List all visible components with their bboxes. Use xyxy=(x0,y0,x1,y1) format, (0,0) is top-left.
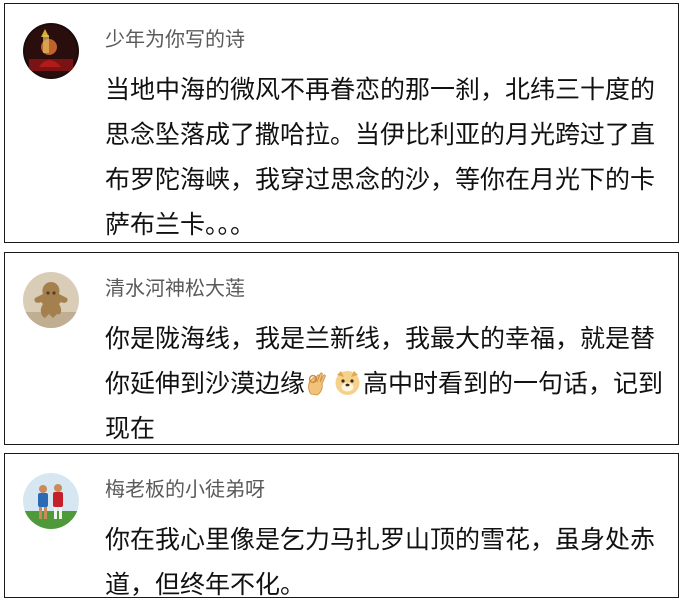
avatar[interactable] xyxy=(23,272,79,328)
avatar[interactable] xyxy=(23,23,79,79)
comment-card: 少年为你写的诗 当地中海的微风不再眷恋的那一刹，北纬三十度的思念坠落成了撒哈拉。… xyxy=(4,3,679,243)
comment-text: 你在我心里像是乞力马扎罗山顶的雪花，虽身处赤道，但终年不化。 xyxy=(105,525,656,599)
avatar-red-portrait-icon xyxy=(23,23,79,79)
dog-face-emoji-icon xyxy=(334,369,361,396)
avatar[interactable] xyxy=(23,473,79,529)
avatar-wooden-figure-icon xyxy=(23,272,79,328)
username[interactable]: 少年为你写的诗 xyxy=(105,24,245,54)
comment-text: 你是陇海线，我是兰新线，我最大的幸福，就是替你延伸到沙漠边缘 高中时看到的一句话… xyxy=(105,316,665,451)
comment-card: 梅老板的小徒弟呀 你在我心里像是乞力马扎罗山顶的雪花，虽身处赤道，但终年不化。 xyxy=(4,453,679,599)
avatar-soccer-players-icon xyxy=(23,473,79,529)
username[interactable]: 清水河神松大莲 xyxy=(105,273,245,303)
username[interactable]: 梅老板的小徒弟呀 xyxy=(105,474,265,504)
ok-hand-emoji-icon xyxy=(305,369,332,396)
comment-text: 当地中海的微风不再眷恋的那一刹，北纬三十度的思念坠落成了撒哈拉。当伊比利亚的月光… xyxy=(105,75,656,239)
comment-card: 清水河神松大莲 你是陇海线，我是兰新线，我最大的幸福，就是替你延伸到沙漠边缘 高… xyxy=(4,252,679,445)
